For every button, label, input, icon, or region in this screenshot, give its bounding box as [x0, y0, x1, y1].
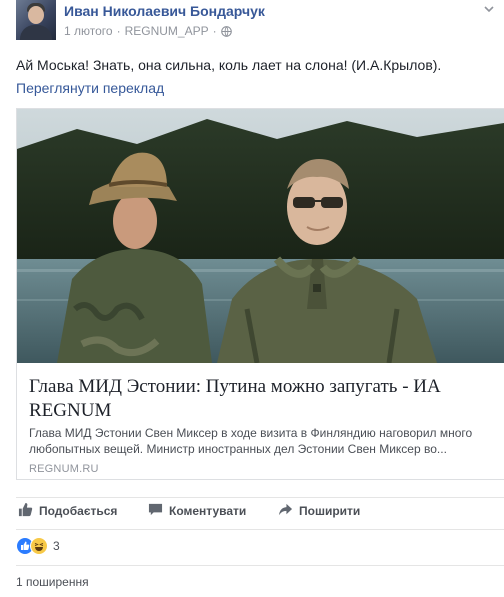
- link-title[interactable]: Глава МИД Эстонии: Путина можно запугать…: [29, 375, 489, 423]
- link-domain: REGNUM.RU: [29, 463, 99, 475]
- post-app[interactable]: REGNUM_APP: [125, 24, 209, 38]
- post-text: Ай Моська! Знать, она сильна, коль лает …: [16, 57, 442, 73]
- comment-icon: [148, 502, 163, 520]
- like-icon: [18, 502, 33, 520]
- facebook-post: Иван Николаевич Бондарчук 1 лютого · REG…: [0, 0, 504, 597]
- see-translation-link[interactable]: Переглянути переклад: [16, 80, 164, 96]
- author-name[interactable]: Иван Николаевич Бондарчук: [64, 3, 265, 19]
- link-description: Глава МИД Эстонии Свен Миксер в ходе виз…: [29, 426, 473, 456]
- like-label: Подобається: [39, 504, 118, 518]
- post-meta: 1 лютого · REGNUM_APP ·: [64, 24, 232, 38]
- share-label: Поширити: [299, 504, 361, 518]
- comment-button[interactable]: Коментувати: [148, 502, 246, 520]
- action-bar: Подобається Коментувати Поширити: [16, 498, 504, 524]
- divider: [16, 565, 504, 566]
- meta-separator-2: ·: [212, 24, 217, 38]
- share-button[interactable]: Поширити: [278, 502, 360, 520]
- avatar-face: [28, 6, 44, 24]
- comment-label: Коментувати: [169, 504, 247, 518]
- share-icon: [278, 502, 293, 520]
- reactions-summary[interactable]: 3: [16, 537, 60, 555]
- haha-reaction-icon: [30, 537, 48, 555]
- chevron-down-icon[interactable]: [482, 2, 496, 16]
- shares-count[interactable]: 1 поширення: [16, 575, 89, 589]
- meta-separator: ·: [116, 24, 121, 38]
- author-avatar[interactable]: [16, 0, 56, 40]
- link-preview-image[interactable]: [17, 109, 504, 363]
- avatar-body: [20, 25, 52, 40]
- divider: [16, 529, 504, 530]
- link-preview-card[interactable]: Глава МИД Эстонии: Путина можно запугать…: [16, 108, 504, 480]
- reaction-count: 3: [53, 539, 60, 553]
- like-button[interactable]: Подобається: [18, 502, 117, 520]
- post-date[interactable]: 1 лютого: [64, 24, 113, 38]
- globe-icon[interactable]: [220, 25, 232, 37]
